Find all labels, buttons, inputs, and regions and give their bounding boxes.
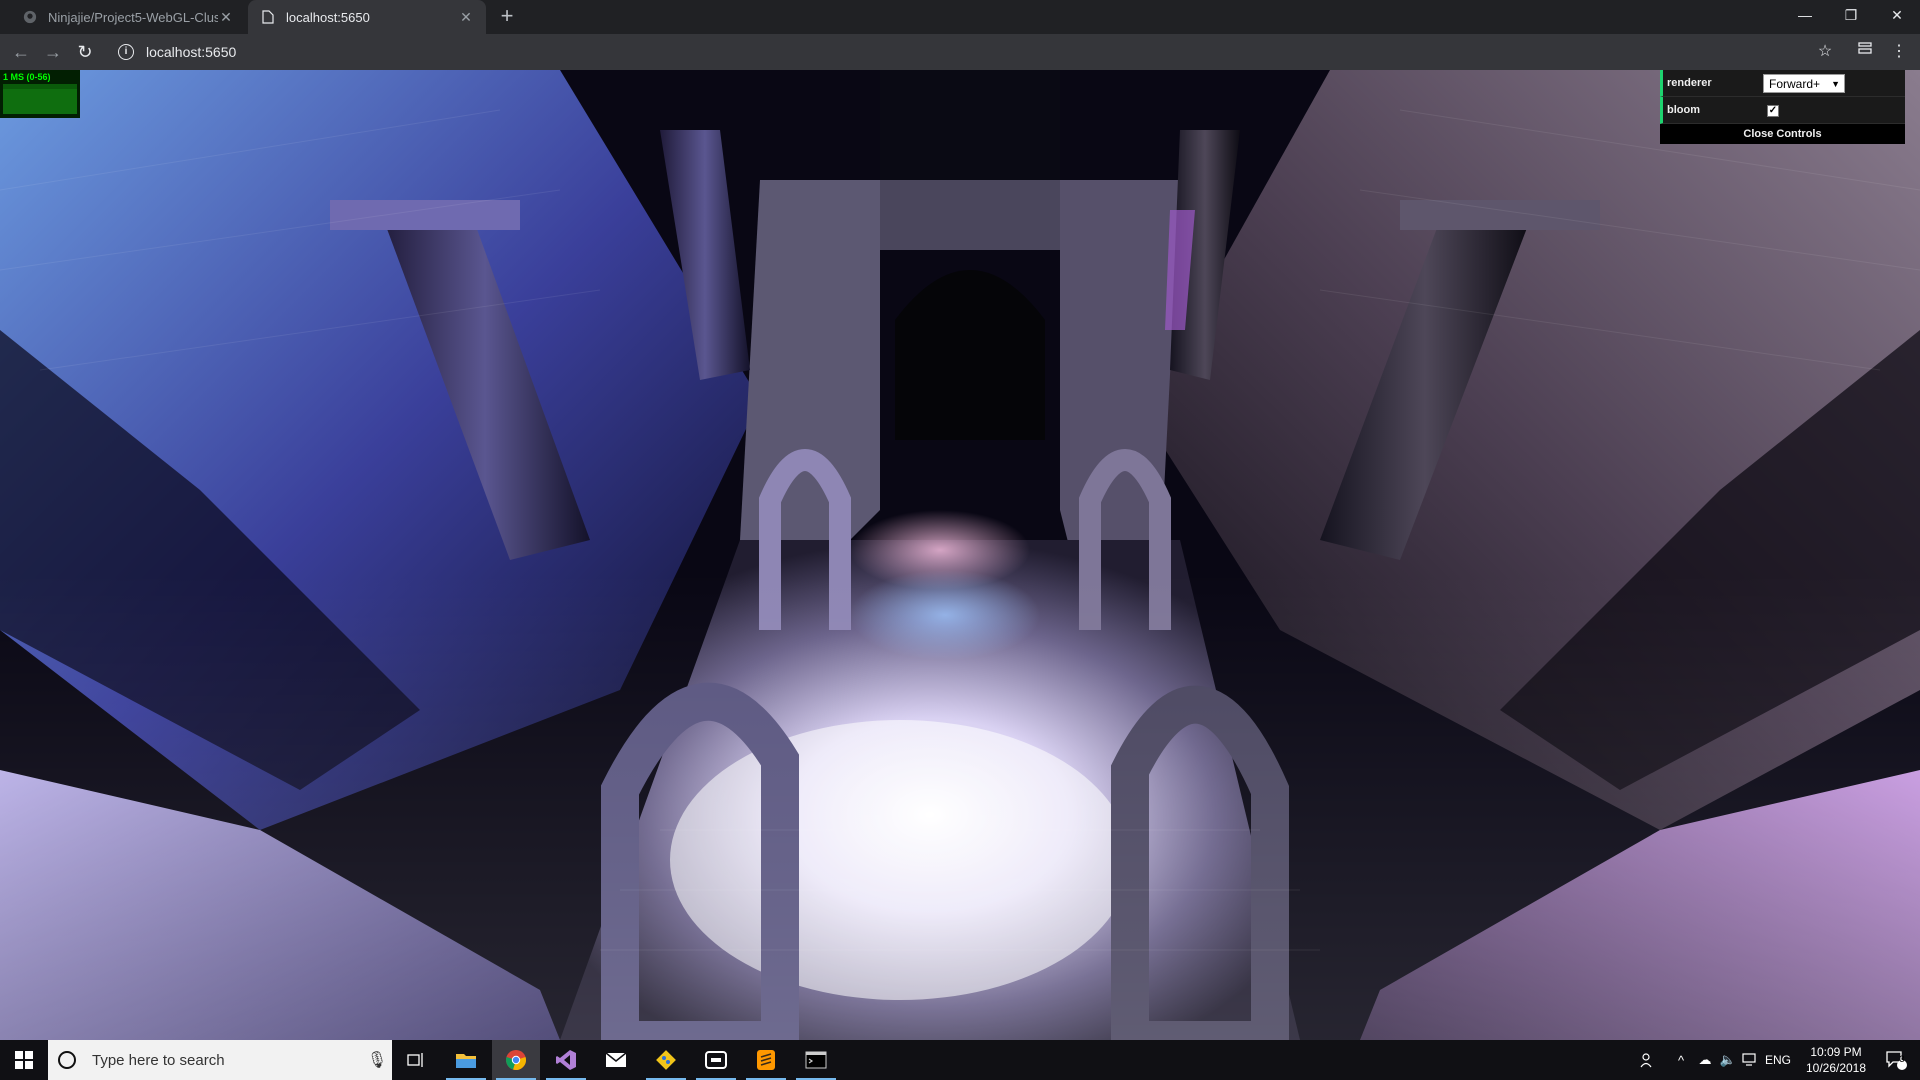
fps-stats-panel[interactable]: 1 MS (0-56): [0, 70, 80, 118]
clock-time: 10:09 PM: [1810, 1045, 1862, 1059]
sponza-scene: [0, 70, 1920, 1040]
git-icon[interactable]: [642, 1040, 690, 1080]
dat-gui-panel: renderer Forward+ ▼ bloom ✓ Close Contro…: [1660, 70, 1905, 144]
start-button[interactable]: [0, 1040, 48, 1080]
system-clock[interactable]: 10:09 PM 10/26/2018: [1798, 1044, 1874, 1076]
browser-toolbar: ← → ↻ i localhost:5650 ☆ ⋮: [0, 34, 1920, 70]
task-view-icon[interactable]: [392, 1040, 440, 1080]
language-indicator[interactable]: ENG: [1762, 1040, 1794, 1080]
notification-count: 3: [1899, 1054, 1905, 1064]
github-icon: [22, 9, 38, 25]
sublime-text-icon[interactable]: [742, 1040, 790, 1080]
people-icon[interactable]: [1636, 1040, 1660, 1080]
dropdown-caret-icon: ▼: [1831, 79, 1840, 89]
url-text[interactable]: localhost:5650: [146, 44, 236, 60]
chrome-menu-icon[interactable]: ⋮: [1886, 40, 1912, 64]
renderer-row: renderer Forward+ ▼: [1660, 70, 1905, 97]
network-icon[interactable]: [1740, 1040, 1760, 1080]
onedrive-icon[interactable]: ☁: [1694, 1040, 1716, 1080]
address-bar[interactable]: i localhost:5650: [108, 38, 1808, 66]
renderer-select[interactable]: Forward+ ▼: [1763, 74, 1845, 93]
cortana-icon: [58, 1051, 76, 1069]
renderer-label: renderer: [1667, 77, 1712, 89]
close-icon[interactable]: ✕: [218, 9, 234, 25]
frame-time-bar: [3, 88, 77, 114]
bloom-label: bloom: [1667, 104, 1700, 116]
chevron-up-icon[interactable]: ^: [1672, 1040, 1690, 1080]
close-icon[interactable]: ✕: [458, 9, 474, 25]
frame-time-label: 1 MS (0-56): [3, 72, 51, 82]
back-icon[interactable]: ←: [8, 40, 34, 64]
mail-icon[interactable]: [592, 1040, 640, 1080]
terminal-icon[interactable]: [792, 1040, 840, 1080]
bloom-row: bloom ✓: [1660, 97, 1905, 124]
windows-taskbar: Type here to search 🎙 ^ ☁ 🔈 ENG 10:09 PM…: [0, 1040, 1920, 1080]
windows-logo-icon: [15, 1051, 33, 1069]
info-icon[interactable]: i: [118, 44, 134, 60]
store-app-icon[interactable]: [692, 1040, 740, 1080]
search-placeholder: Type here to search: [92, 1051, 225, 1069]
close-controls-button[interactable]: Close Controls: [1660, 124, 1905, 144]
taskbar-search-box[interactable]: Type here to search 🎙: [48, 1040, 392, 1080]
bloom-checkbox[interactable]: ✓: [1767, 105, 1779, 117]
volume-icon[interactable]: 🔈: [1718, 1040, 1738, 1080]
tab-strip: Ninjajie/Project5-WebGL-Cluster ✕ localh…: [0, 0, 1920, 34]
frame-time-graph: [3, 84, 77, 114]
tab-github[interactable]: Ninjajie/Project5-WebGL-Cluster ✕: [10, 0, 246, 34]
minimize-button[interactable]: —: [1782, 0, 1828, 30]
maximize-button[interactable]: ❐: [1828, 0, 1874, 30]
new-tab-button[interactable]: +: [494, 5, 520, 29]
page-icon: [260, 9, 276, 25]
reload-icon[interactable]: ↻: [72, 40, 98, 64]
tab-localhost[interactable]: localhost:5650 ✕: [248, 0, 486, 34]
visual-studio-icon[interactable]: [542, 1040, 590, 1080]
action-center-icon[interactable]: 3: [1876, 1040, 1916, 1080]
bookmark-star-icon[interactable]: ☆: [1812, 40, 1838, 64]
extension-icon[interactable]: [1852, 40, 1878, 64]
microphone-icon[interactable]: 🎙: [362, 1050, 392, 1070]
chrome-icon[interactable]: [492, 1040, 540, 1080]
tab-title: Ninjajie/Project5-WebGL-Cluster: [48, 9, 218, 25]
clock-date: 10/26/2018: [1805, 1061, 1867, 1075]
forward-icon[interactable]: →: [40, 40, 66, 64]
tab-title: localhost:5650: [286, 9, 370, 25]
renderer-value: Forward+: [1769, 77, 1821, 91]
window-close-button[interactable]: ✕: [1874, 0, 1920, 30]
webgl-canvas[interactable]: 1 MS (0-56) renderer Forward+ ▼ bloom ✓ …: [0, 70, 1920, 1040]
file-explorer-icon[interactable]: [442, 1040, 490, 1080]
